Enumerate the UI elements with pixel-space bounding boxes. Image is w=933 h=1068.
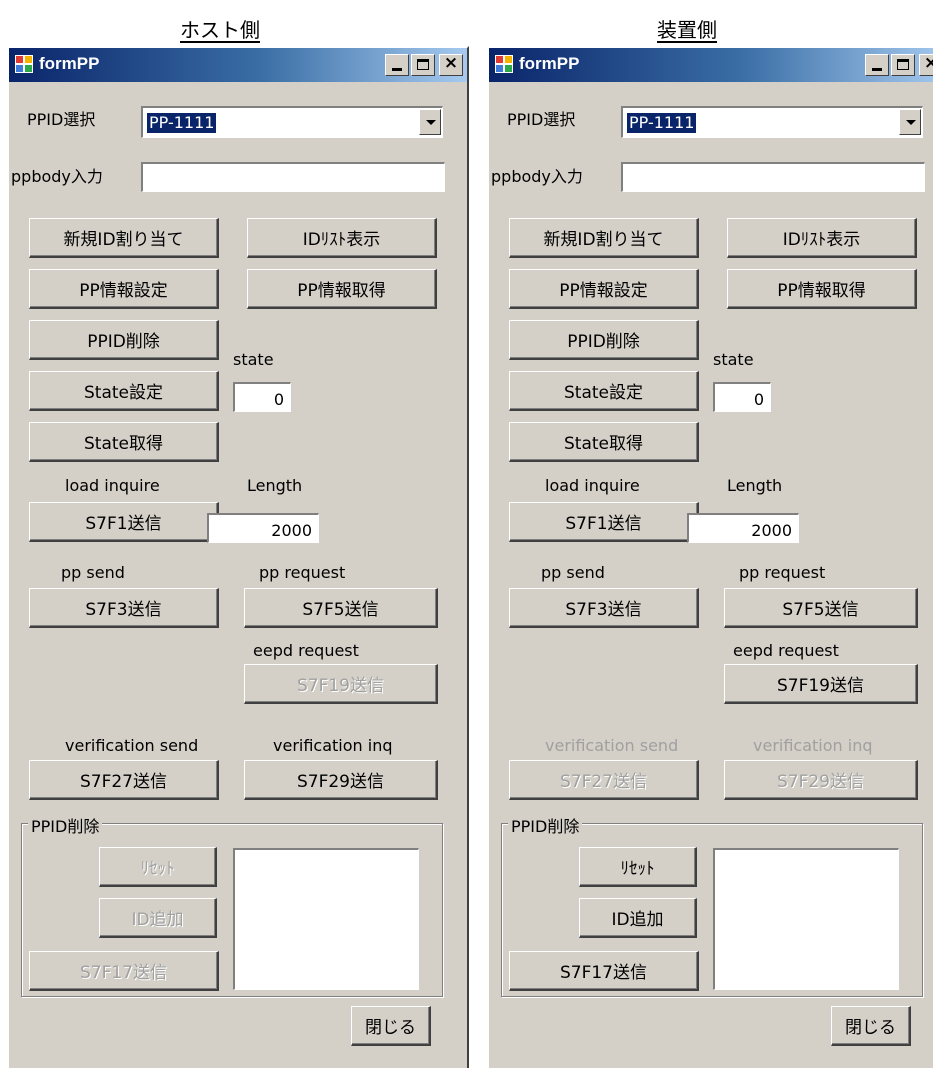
- id-add-button[interactable]: ID追加: [579, 898, 697, 938]
- title-bar[interactable]: formPP ×: [489, 48, 933, 82]
- group-title: PPID削除: [28, 813, 103, 837]
- verification-inq-label: verification inq: [753, 736, 873, 755]
- ppid-delete-list[interactable]: [233, 848, 419, 990]
- ppid-select-label: PPID選択: [507, 110, 576, 129]
- s7f5-send-button[interactable]: S7F5送信: [724, 588, 918, 628]
- pp-info-get-button[interactable]: PP情報取得: [727, 269, 917, 309]
- eepd-request-label: eepd request: [253, 641, 359, 660]
- s7f29-send-button[interactable]: S7F29送信: [244, 760, 438, 800]
- maximize-icon: [417, 59, 429, 70]
- verification-send-label: verification send: [65, 736, 199, 755]
- eepd-request-label: eepd request: [733, 641, 839, 660]
- pp-send-label: pp send: [61, 563, 125, 582]
- close-icon: ×: [443, 53, 459, 73]
- group-title: PPID削除: [508, 813, 583, 837]
- pp-request-label: pp request: [259, 563, 346, 582]
- pp-send-label: pp send: [541, 563, 605, 582]
- pp-info-set-button[interactable]: PP情報設定: [29, 269, 219, 309]
- ppid-select-label: PPID選択: [27, 110, 96, 129]
- ppid-selected-value: PP-1111: [147, 113, 217, 133]
- s7f3-send-button[interactable]: S7F3送信: [29, 588, 219, 628]
- ppbody-label: ppbody入力: [491, 167, 583, 186]
- maximize-button[interactable]: [411, 54, 435, 76]
- close-button[interactable]: 閉じる: [831, 1006, 911, 1046]
- length-value: 2000: [271, 521, 312, 540]
- ppid-delete-button[interactable]: PPID削除: [29, 320, 219, 360]
- s7f29-send-button[interactable]: S7F29送信: [724, 760, 918, 800]
- verification-send-label: verification send: [545, 736, 679, 755]
- ppid-selected-value: PP-1111: [627, 113, 697, 133]
- ppbody-label: ppbody入力: [11, 167, 103, 186]
- ppid-delete-list[interactable]: [713, 848, 899, 990]
- length-label: Length: [727, 476, 783, 495]
- s7f1-send-button[interactable]: S7F1送信: [29, 502, 219, 542]
- ppbody-input[interactable]: [141, 162, 445, 192]
- s7f27-send-button[interactable]: S7F27送信: [29, 760, 219, 800]
- s7f17-send-button[interactable]: S7F17送信: [509, 951, 699, 991]
- close-window-button[interactable]: ×: [919, 53, 933, 76]
- load-inquire-label: load inquire: [65, 476, 160, 495]
- s7f3-send-button[interactable]: S7F3送信: [509, 588, 699, 628]
- s7f17-send-button[interactable]: S7F17送信: [29, 951, 219, 991]
- ppbody-input[interactable]: [621, 162, 925, 192]
- state-label: state: [713, 350, 754, 369]
- form-app-icon: [495, 55, 513, 73]
- state-get-button[interactable]: State取得: [509, 422, 699, 462]
- maximize-button[interactable]: [891, 54, 915, 76]
- verification-inq-label: verification inq: [273, 736, 393, 755]
- state-value: 0: [273, 390, 284, 409]
- close-button[interactable]: 閉じる: [351, 1006, 431, 1046]
- state-value: 0: [753, 390, 764, 409]
- minimize-button[interactable]: [385, 54, 409, 76]
- id-add-button[interactable]: ID追加: [99, 898, 217, 938]
- reset-button[interactable]: ﾘｾｯﾄ: [579, 847, 697, 887]
- id-list-button[interactable]: IDﾘｽﾄ表示: [247, 218, 437, 258]
- ppid-delete-button[interactable]: PPID削除: [509, 320, 699, 360]
- minimize-icon: [392, 68, 402, 71]
- state-set-button[interactable]: State設定: [509, 371, 699, 411]
- state-label: state: [233, 350, 274, 369]
- length-value: 2000: [751, 521, 792, 540]
- form-app-icon: [15, 55, 33, 73]
- state-input[interactable]: 0: [713, 382, 771, 412]
- pp-request-label: pp request: [739, 563, 826, 582]
- window-title: formPP: [39, 54, 100, 73]
- close-icon: ×: [923, 53, 933, 73]
- ppid-select[interactable]: PP-1111: [621, 106, 923, 138]
- minimize-icon: [872, 68, 882, 71]
- host-side-caption: ホスト側: [180, 18, 260, 42]
- length-input[interactable]: 2000: [687, 513, 799, 543]
- close-window-button[interactable]: ×: [439, 53, 463, 76]
- state-input[interactable]: 0: [233, 382, 291, 412]
- device-form-window: formPP × PPID選択 PP-1111 ppbody入力新規ID割り当て IDﾘｽ…: [487, 46, 933, 1068]
- length-label: Length: [247, 476, 303, 495]
- chevron-down-icon[interactable]: [419, 109, 441, 135]
- length-input[interactable]: 2000: [207, 513, 319, 543]
- state-set-button[interactable]: State設定: [29, 371, 219, 411]
- title-bar[interactable]: formPP ×: [9, 48, 467, 82]
- minimize-button[interactable]: [865, 54, 889, 76]
- s7f19-send-button[interactable]: S7F19送信: [724, 664, 918, 704]
- s7f5-send-button[interactable]: S7F5送信: [244, 588, 438, 628]
- s7f27-send-button[interactable]: S7F27送信: [509, 760, 699, 800]
- id-list-button[interactable]: IDﾘｽﾄ表示: [727, 218, 917, 258]
- pp-info-get-button[interactable]: PP情報取得: [247, 269, 437, 309]
- ppid-select[interactable]: PP-1111: [141, 106, 443, 138]
- load-inquire-label: load inquire: [545, 476, 640, 495]
- s7f19-send-button[interactable]: S7F19送信: [244, 664, 438, 704]
- new-id-button[interactable]: 新規ID割り当て: [29, 218, 219, 258]
- device-side-caption: 装置側: [657, 18, 717, 42]
- chevron-down-icon[interactable]: [899, 109, 921, 135]
- new-id-button[interactable]: 新規ID割り当て: [509, 218, 699, 258]
- state-get-button[interactable]: State取得: [29, 422, 219, 462]
- maximize-icon: [897, 59, 909, 70]
- window-title: formPP: [519, 54, 580, 73]
- s7f1-send-button[interactable]: S7F1送信: [509, 502, 699, 542]
- reset-button[interactable]: ﾘｾｯﾄ: [99, 847, 217, 887]
- host-form-window: formPP × PPID選択 PP-1111 ppbody入力新規ID割り当て IDﾘｽ…: [7, 46, 469, 1068]
- pp-info-set-button[interactable]: PP情報設定: [509, 269, 699, 309]
